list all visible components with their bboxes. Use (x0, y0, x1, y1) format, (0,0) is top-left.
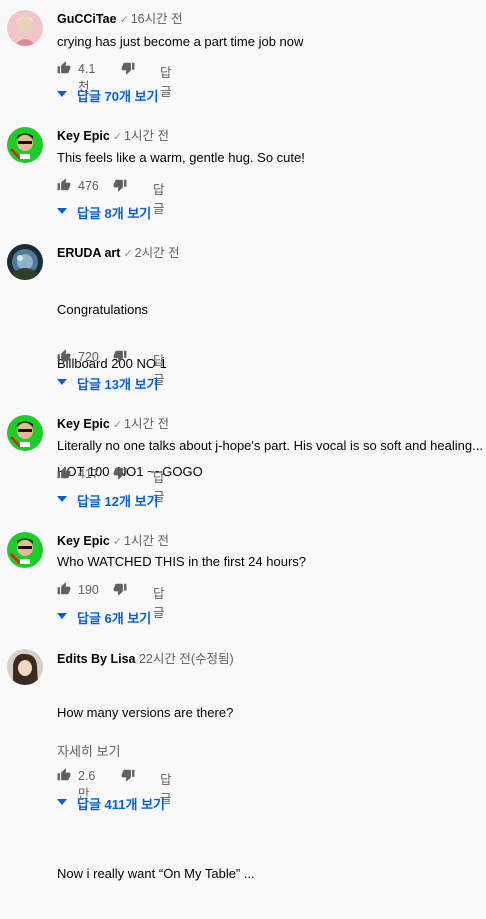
avatar[interactable] (7, 532, 43, 568)
check-icon: ✓ (112, 536, 123, 548)
timestamp[interactable]: 2시간 전 (135, 246, 180, 260)
timestamp[interactable]: 1시간 전 (124, 129, 169, 143)
comment-line: Who WATCHED THIS in the first 24 hours? (57, 554, 306, 569)
reply-button[interactable]: 답글 (153, 583, 165, 621)
timestamp[interactable]: 22시간 전(수정됨) (139, 652, 234, 666)
comment-line: This feels like a warm, gentle hug. So c… (57, 150, 305, 165)
author-name[interactable]: Edits By Lisa (57, 652, 136, 666)
thumbs-down-icon[interactable] (113, 178, 127, 192)
author-name[interactable]: GuCCiTae (57, 12, 117, 26)
thumbs-down-icon[interactable] (113, 582, 127, 596)
author-name[interactable]: Key Epic (57, 534, 110, 548)
caret-down-icon (57, 799, 67, 805)
comment-line: Literally no one talks about j-hope's pa… (57, 438, 483, 453)
like-count: 720 (78, 350, 99, 364)
view-replies-label: 답글 12개 보기 (77, 494, 159, 509)
author-name[interactable]: Key Epic (57, 417, 110, 431)
thumbs-down-icon[interactable] (113, 466, 127, 480)
thumbs-down-icon[interactable] (121, 61, 135, 75)
author-name[interactable]: Key Epic (57, 129, 110, 143)
check-icon: ✓ (112, 131, 123, 143)
avatar[interactable] (7, 244, 43, 280)
reply-button[interactable]: 답글 (153, 179, 165, 217)
caret-down-icon (57, 613, 67, 619)
check-icon: ✓ (119, 14, 129, 26)
like-count: 417 (78, 467, 99, 481)
check-icon: ✓ (112, 419, 123, 431)
view-replies-label: 답글 70개 보기 (77, 89, 159, 104)
view-replies-label: 답글 8개 보기 (77, 206, 152, 221)
comment-line (57, 812, 255, 830)
caret-down-icon (57, 91, 67, 97)
caret-down-icon (57, 208, 67, 214)
thumbs-up-icon[interactable] (57, 582, 71, 596)
thumbs-down-icon[interactable] (121, 768, 135, 782)
comment-text: Who WATCHED THIS in the first 24 hours? (57, 553, 306, 571)
comment-text: Literally no one talks about j-hope's pa… (57, 437, 483, 455)
timestamp[interactable]: 1시간 전 (124, 417, 169, 431)
author-name[interactable]: ERUDA art (57, 246, 120, 260)
avatar[interactable] (7, 127, 43, 163)
check-icon: ✓ (123, 248, 133, 260)
timestamp[interactable]: 1시간 전 (124, 534, 169, 548)
avatar[interactable] (7, 10, 43, 46)
like-count: 190 (78, 583, 99, 597)
caret-down-icon (57, 379, 67, 385)
view-replies-label: 답글 13개 보기 (77, 377, 159, 392)
thumbs-up-icon[interactable] (57, 768, 71, 782)
thumbs-up-icon[interactable] (57, 178, 71, 192)
comment-line: crying has just become a part time job n… (57, 34, 304, 49)
comment-text: crying has just become a part time job n… (57, 33, 303, 51)
timestamp[interactable]: 16시간 전 (131, 12, 183, 26)
view-replies-label: 답글 6개 보기 (77, 611, 152, 626)
comment-line: Now i really want “On My Table” ... (57, 866, 255, 881)
thumbs-up-icon[interactable] (57, 349, 71, 363)
caret-down-icon (57, 496, 67, 502)
avatar[interactable] (7, 415, 43, 451)
comment-line: Congratulations (57, 302, 149, 317)
thumbs-up-icon[interactable] (57, 61, 71, 75)
avatar[interactable] (7, 649, 43, 685)
thumbs-down-icon[interactable] (113, 349, 127, 363)
thumbs-up-icon[interactable] (57, 466, 71, 480)
comment-line: How many versions are there? (57, 705, 234, 720)
read-more-button[interactable]: 자세히 보기 (57, 741, 120, 760)
like-count: 476 (78, 179, 99, 193)
comment-text: This feels like a warm, gentle hug. So c… (57, 149, 305, 167)
view-replies-label: 답글 411개 보기 (77, 797, 165, 812)
reply-button[interactable]: 답글 (160, 62, 172, 100)
